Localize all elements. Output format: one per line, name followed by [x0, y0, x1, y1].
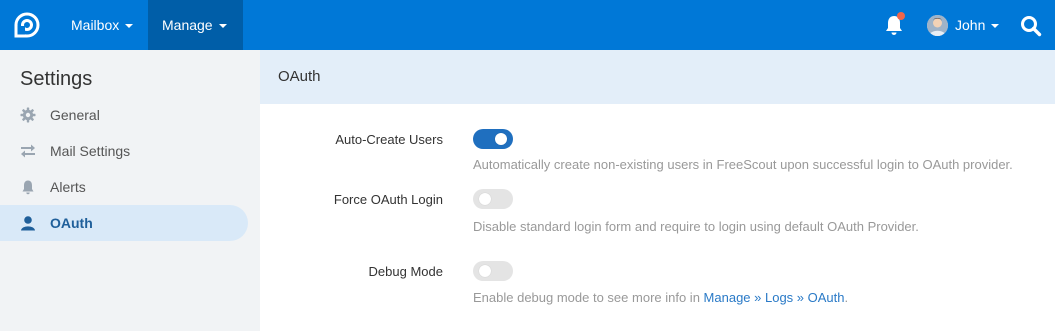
toggle-knob	[479, 193, 491, 205]
panel-header: OAuth	[260, 50, 1055, 104]
chevron-down-icon	[991, 24, 1000, 29]
debug-mode-help-suffix: .	[844, 290, 849, 305]
search-icon[interactable]	[1020, 15, 1042, 37]
chevron-down-icon	[125, 24, 134, 29]
auto-create-users-help: Automatically create non-existing users …	[473, 157, 1013, 172]
settings-sidebar: Settings General Mail Settings Alerts OA…	[0, 50, 258, 331]
sidebar-item-label: General	[50, 107, 100, 123]
sidebar-item-label: OAuth	[50, 215, 93, 231]
gear-icon	[20, 107, 36, 123]
force-oauth-login-label: Force OAuth Login	[333, 192, 443, 207]
sidebar-title: Settings	[20, 68, 93, 90]
user-icon	[21, 216, 35, 231]
sidebar-item-label: Alerts	[50, 179, 86, 195]
nav-manage-label: Manage	[162, 17, 213, 33]
top-navbar: Mailbox Manage John	[0, 0, 1055, 50]
sidebar-item-mail-settings[interactable]: Mail Settings	[0, 133, 248, 169]
arrows-icon	[21, 144, 35, 158]
debug-mode-help: Enable debug mode to see more info in Ma…	[473, 290, 848, 305]
freescout-logo-icon[interactable]	[14, 12, 40, 38]
nav-mailbox-dropdown[interactable]: Mailbox	[57, 0, 147, 50]
nav-manage-dropdown[interactable]: Manage	[148, 0, 243, 50]
debug-mode-help-prefix: Enable debug mode to see more info in	[473, 290, 704, 305]
bell-icon	[22, 180, 34, 195]
page-title: OAuth	[278, 68, 321, 85]
auto-create-users-toggle[interactable]	[473, 129, 513, 149]
nav-mailbox-label: Mailbox	[71, 17, 120, 33]
user-name: John	[955, 17, 986, 33]
debug-mode-label: Debug Mode	[368, 264, 443, 279]
sidebar-item-alerts[interactable]: Alerts	[0, 169, 248, 205]
debug-mode-toggle[interactable]	[473, 261, 513, 281]
auto-create-users-label: Auto-Create Users	[335, 132, 443, 147]
sidebar-item-general[interactable]: General	[0, 97, 248, 133]
chevron-down-icon	[218, 24, 227, 29]
oauth-logs-link[interactable]: Manage » Logs » OAuth	[704, 290, 845, 305]
force-oauth-login-toggle[interactable]	[473, 189, 513, 209]
sidebar-item-label: Mail Settings	[50, 143, 131, 159]
force-oauth-login-help: Disable standard login form and require …	[473, 219, 919, 234]
notification-badge	[897, 12, 905, 20]
sidebar-item-oauth[interactable]: OAuth	[0, 205, 248, 241]
main-panel: OAuth Auto-Create Users Automatically cr…	[260, 50, 1055, 331]
toggle-knob	[495, 133, 507, 145]
user-menu-dropdown[interactable]: John	[941, 0, 1013, 50]
toggle-knob	[479, 265, 491, 277]
